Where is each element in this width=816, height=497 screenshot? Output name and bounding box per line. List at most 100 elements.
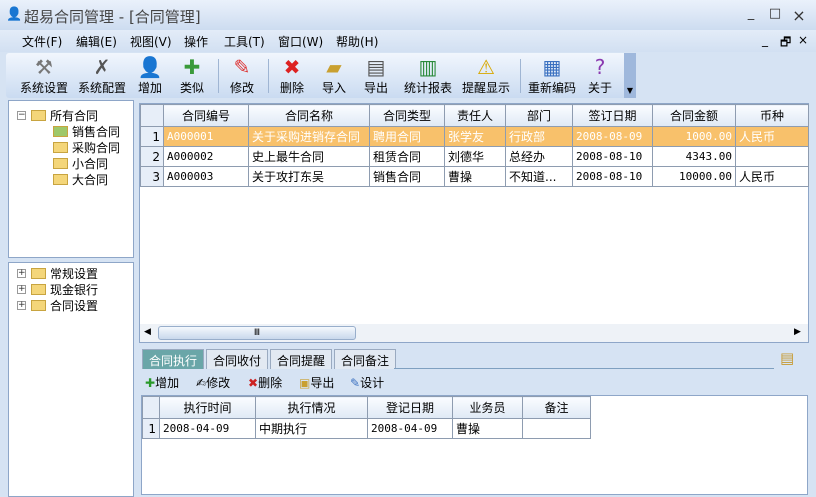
sub-edit-button[interactable]: ✍修改 — [196, 374, 230, 391]
column-header[interactable]: 登记日期 — [367, 396, 453, 419]
window-title: 超易合同管理 - [合同管理] — [24, 8, 201, 26]
table-row[interactable]: 3 A000003 关于攻打东吴 销售合同 曹操 不知道... 2008-08-10 1000… — [140, 166, 809, 187]
contract-tree: − 所有合同 销售合同 采购合同 小合同 大合同 — [8, 100, 134, 258]
add-user-icon: 👤 — [137, 55, 163, 79]
folder-icon — [53, 142, 68, 153]
maximize-button[interactable]: □ — [766, 6, 784, 22]
tab-execution[interactable]: 合同执行 — [142, 349, 205, 369]
column-header[interactable]: 业务员 — [452, 396, 523, 419]
tree-item-purchase[interactable]: 采购合同 — [53, 139, 120, 156]
tree-item-all[interactable]: 所有合同 — [31, 107, 98, 124]
tree-item-small[interactable]: 小合同 — [53, 155, 108, 172]
expand-icon[interactable]: + — [17, 269, 26, 278]
delete-icon: ✖ — [248, 376, 259, 390]
sub-add-button[interactable]: ✚增加 — [145, 374, 179, 391]
sub-export-button[interactable]: ▣导出 — [299, 374, 334, 391]
export-icon: ▣ — [299, 376, 311, 390]
column-header[interactable]: 备注 — [522, 396, 591, 419]
app-user-icon: 👤 — [6, 7, 23, 22]
pencil-icon: ✎ — [233, 55, 251, 79]
scroll-left-icon[interactable]: ◀ — [144, 327, 151, 337]
tab-reminder[interactable]: 合同提醒 — [270, 349, 333, 369]
menu-window[interactable]: 窗口(W) — [278, 33, 323, 50]
add-button[interactable]: 👤 增加 — [134, 55, 166, 97]
system-settings-button[interactable]: ⚒ 系统设置 — [18, 55, 70, 97]
column-header[interactable]: 币种 — [735, 104, 809, 127]
toolbar-overflow-button[interactable]: ▼ — [624, 53, 636, 98]
table-row[interactable]: 1 2008-04-09 中期执行 2008-04-09 曹操 — [142, 418, 591, 439]
sub-delete-button[interactable]: ✖删除 — [248, 374, 282, 391]
menu-view[interactable]: 视图(V) — [130, 33, 172, 50]
system-config-button[interactable]: ✗ 系统配置 — [76, 55, 128, 97]
tree-item-large[interactable]: 大合同 — [53, 171, 108, 188]
scroll-thumb[interactable]: Ⅲ — [158, 326, 356, 340]
mdi-close-button[interactable]: × — [798, 33, 808, 47]
tree-item-sales[interactable]: 销售合同 — [53, 123, 120, 140]
reminder-button[interactable]: ⚠ 提醒显示 — [460, 55, 512, 97]
tab-notes[interactable]: 合同备注 — [334, 349, 397, 369]
folder-icon — [31, 110, 46, 121]
tree-item-contract-settings[interactable]: 合同设置 — [31, 297, 98, 314]
menu-bar: 文件(F) 编辑(E) 视图(V) 操作 工具(T) 窗口(W) 帮助(H) _… — [0, 30, 816, 52]
delete-icon: ✖ — [283, 55, 301, 79]
grid-header: 合同编号 合同名称 合同类型 责任人 部门 签订日期 合同金额 币种 — [140, 104, 809, 127]
collapse-icon[interactable]: − — [17, 111, 26, 120]
about-button[interactable]: ? 关于 — [584, 55, 616, 97]
chart-icon: ▥ — [418, 55, 438, 79]
expand-icon[interactable]: + — [17, 285, 26, 294]
horizontal-scrollbar[interactable]: ◀ Ⅲ ▶ — [140, 324, 808, 342]
scroll-right-icon[interactable]: ▶ — [794, 327, 801, 337]
column-header[interactable]: 合同金额 — [652, 104, 736, 127]
notebook-icon[interactable]: ▤ — [780, 349, 794, 367]
menu-help[interactable]: 帮助(H) — [336, 33, 378, 50]
tab-payment[interactable]: 合同收付 — [206, 349, 269, 369]
execution-grid: 执行时间 执行情况 登记日期 业务员 备注 1 2008-04-09 中期执行 2008-04… — [142, 396, 591, 439]
menu-operate[interactable]: 操作 — [184, 33, 208, 50]
column-header[interactable]: 执行情况 — [255, 396, 368, 419]
table-row[interactable]: 1 A000001 关于采购进销存合同 聘用合同 张学友 行政部 2008-08-09 100… — [140, 126, 809, 147]
help-icon: ? — [594, 55, 606, 79]
tree-item-general[interactable]: 常规设置 — [31, 265, 98, 282]
column-header[interactable]: 责任人 — [444, 104, 506, 127]
folder-icon — [31, 300, 46, 311]
export-icon: ▤ — [366, 55, 386, 79]
edit-button[interactable]: ✎ 修改 — [226, 55, 258, 97]
add-icon: ✚ — [145, 376, 156, 390]
folder-icon — [31, 268, 46, 279]
paperclip-icon: ✎ — [350, 376, 361, 390]
import-button[interactable]: ▰ 导入 — [318, 55, 350, 97]
table-row[interactable]: 2 A000002 史上最牛合同 租赁合同 刘德华 总经办 2008-08-10 4343.0… — [140, 146, 809, 167]
wrench-icon: ✗ — [93, 55, 111, 79]
tree-item-cash[interactable]: 现金银行 — [31, 281, 98, 298]
menu-edit[interactable]: 编辑(E) — [76, 33, 117, 50]
column-header[interactable]: 部门 — [505, 104, 573, 127]
column-header[interactable]: 合同名称 — [248, 104, 370, 127]
expand-icon[interactable]: + — [17, 301, 26, 310]
column-header[interactable]: 合同编号 — [163, 104, 249, 127]
menu-file[interactable]: 文件(F) — [22, 33, 62, 50]
contract-grid: 合同编号 合同名称 合同类型 责任人 部门 签订日期 合同金额 币种 1 A000001 关于采购… — [140, 104, 809, 187]
column-header[interactable]: 合同类型 — [369, 104, 445, 127]
minimize-button[interactable]: _ — [742, 6, 760, 22]
sub-design-button[interactable]: ✎设计 — [350, 374, 384, 391]
close-button[interactable]: × — [790, 6, 808, 25]
copy-icon: ✚ — [183, 55, 201, 79]
mdi-restore-button[interactable]: 🗗 — [780, 33, 791, 54]
export-button[interactable]: ▤ 导出 — [360, 55, 392, 97]
folder-icon — [53, 158, 68, 169]
alert-icon: ⚠ — [477, 55, 495, 79]
menu-tools[interactable]: 工具(T) — [224, 33, 265, 50]
contract-grid-panel: 合同编号 合同名称 合同类型 责任人 部门 签订日期 合同金额 币种 1 A000001 关于采购… — [139, 103, 809, 343]
edit-icon: ✍ — [196, 376, 207, 390]
mdi-minimize-button[interactable]: _ — [762, 33, 768, 47]
delete-button[interactable]: ✖ 删除 — [276, 55, 308, 97]
toolbar: ⚒ 系统设置 ✗ 系统配置 👤 增加 ✚ 类似 ✎ 修改 ✖ 删除 ▰ 导入 ▤ 导出 ▥ 统计报… — [6, 53, 636, 98]
column-header[interactable]: 执行时间 — [159, 396, 256, 419]
similar-button[interactable]: ✚ 类似 — [176, 55, 208, 97]
stats-report-button[interactable]: ▥ 统计报表 — [402, 55, 454, 97]
folder-icon — [31, 284, 46, 295]
title-bar: 👤 超易合同管理 - [合同管理] _ □ × — [0, 0, 816, 30]
grid-header: 执行时间 执行情况 登记日期 业务员 备注 — [142, 396, 591, 419]
recode-button[interactable]: ▦ 重新编码 — [526, 55, 578, 97]
column-header[interactable]: 签订日期 — [572, 104, 653, 127]
